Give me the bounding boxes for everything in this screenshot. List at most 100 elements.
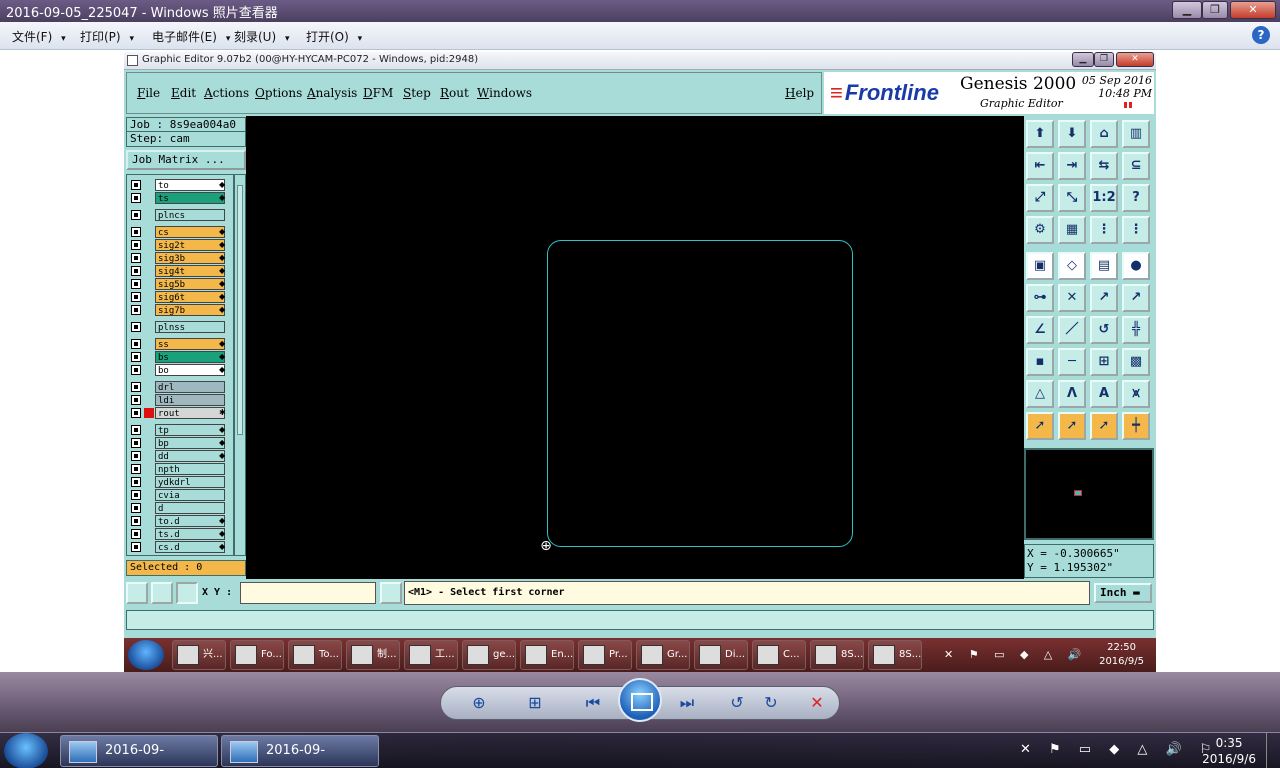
actual-size-icon[interactable]: ⊞	[522, 690, 548, 716]
layer-name[interactable]: ts.d	[155, 528, 225, 540]
layer-name[interactable]: drl	[155, 381, 225, 393]
zoom-fit-icon[interactable]: ⤢	[1026, 184, 1054, 212]
tray-icons[interactable]: ✕ ⚑ ▭ ◆ △ 🔊 ⚐	[1020, 742, 1218, 757]
menu-print[interactable]: 打印(P)	[80, 28, 134, 45]
layer-row[interactable]: npth	[127, 463, 233, 475]
layer-checkbox[interactable]	[131, 477, 141, 487]
pause-icon[interactable]	[1124, 102, 1132, 108]
arc-icon[interactable]: ↺	[1090, 316, 1118, 344]
menu-file[interactable]: File	[137, 86, 160, 100]
layer-checkbox[interactable]	[131, 240, 141, 250]
layer-row[interactable]: sig3b ◆	[127, 252, 233, 264]
layer-checkbox[interactable]	[131, 542, 141, 552]
grid-view-icon[interactable]: ▦	[1058, 216, 1086, 244]
layer-name[interactable]: npth	[155, 463, 225, 475]
layer-row[interactable]: plnss	[127, 321, 233, 333]
layer-name[interactable]: tp	[155, 424, 225, 436]
help-icon[interactable]: ?	[1252, 26, 1270, 44]
trace-icon[interactable]: ╬	[1122, 316, 1150, 344]
pointer-rotate-icon[interactable]: ➚	[1090, 412, 1118, 440]
layer-row[interactable]: drl	[127, 381, 233, 393]
previous-icon[interactable]: ⏮	[580, 690, 606, 716]
layer-row[interactable]: sig5b ◆	[127, 278, 233, 290]
overview-map[interactable]	[1024, 448, 1154, 540]
layer-row[interactable]: sig4t ◆	[127, 265, 233, 277]
menu-dfm[interactable]: DFM	[363, 86, 393, 100]
resize-line-icon[interactable]: ─	[1058, 348, 1086, 376]
maximize-button[interactable]: ❐	[1202, 1, 1228, 19]
pad-icon[interactable]: ●	[1122, 252, 1150, 280]
angle-icon[interactable]	[151, 582, 173, 604]
delete-icon[interactable]: ✕	[804, 690, 830, 716]
layer-checkbox[interactable]	[131, 279, 141, 289]
layer-name[interactable]: rout	[155, 407, 225, 419]
taskbar-item-1[interactable]: 2016-09-05_231...	[60, 735, 218, 767]
layer-row[interactable]: d	[127, 502, 233, 514]
slideshow-button[interactable]	[618, 678, 662, 722]
menu-edit[interactable]: Edit	[171, 86, 196, 100]
layer-name[interactable]: sig4t	[155, 265, 225, 277]
route-icon[interactable]: ↗	[1122, 284, 1150, 312]
layer-checkbox[interactable]	[131, 464, 141, 474]
swap-icon[interactable]: ⇆	[1090, 152, 1118, 180]
layer-name[interactable]: bs	[155, 351, 225, 363]
layer-name[interactable]: sig3b	[155, 252, 225, 264]
layer-checkbox[interactable]	[131, 529, 141, 539]
menu-step[interactable]: Step	[403, 86, 431, 100]
layer-name[interactable]: ldi	[155, 394, 225, 406]
export-icon[interactable]: ⇥	[1058, 152, 1086, 180]
layer-display2-icon[interactable]: ⋮	[1122, 216, 1150, 244]
layer-name[interactable]: d	[155, 502, 225, 514]
menu-windows[interactable]: Windows	[477, 86, 532, 100]
import-icon[interactable]: ⇤	[1026, 152, 1054, 180]
layer-name[interactable]: to	[155, 179, 225, 191]
ruler-icon[interactable]: ▤	[1090, 252, 1118, 280]
layer-checkbox[interactable]	[131, 180, 141, 190]
dispatch-icon[interactable]: ⚙	[1026, 216, 1054, 244]
layer-row[interactable]: plncs	[127, 209, 233, 221]
select-fill-icon[interactable]: ▣	[1026, 252, 1054, 280]
menu-actions[interactable]: Actions	[204, 86, 249, 100]
layer-row[interactable]: ts.d ◆	[127, 528, 233, 540]
menu-email[interactable]: 电子邮件(E)	[152, 28, 230, 45]
rotate-right-icon[interactable]: ↻	[758, 690, 784, 716]
polygon-c-icon[interactable]: ⩙	[1122, 380, 1150, 408]
home-icon[interactable]: ⌂	[1090, 120, 1118, 148]
menu-burn[interactable]: 刻录(U)	[234, 28, 290, 45]
layer-checkbox[interactable]	[131, 227, 141, 237]
menu-options[interactable]: Options	[255, 86, 302, 100]
layer-checkbox[interactable]	[131, 425, 141, 435]
layer-name[interactable]: cs.d	[155, 541, 225, 553]
job-matrix-button[interactable]: Job Matrix ...	[126, 150, 246, 170]
help-query-icon[interactable]: ?	[1122, 184, 1150, 212]
layer-checkbox[interactable]	[131, 305, 141, 315]
pause-command-icon[interactable]	[380, 582, 402, 604]
cross-icon[interactable]: ✕	[1058, 284, 1086, 312]
layer-checkbox[interactable]	[131, 266, 141, 276]
menu-analysis[interactable]: Analysis	[307, 86, 357, 100]
layer-name[interactable]: sig7b	[155, 304, 225, 316]
draw-shape-icon[interactable]: ◇	[1058, 252, 1086, 280]
layer-checkbox[interactable]	[131, 253, 141, 263]
snap-icon[interactable]: ⊆	[1122, 152, 1150, 180]
taskbar-item-2[interactable]: 2016-09-05_225...	[221, 735, 379, 767]
menu-open[interactable]: 打开(O)	[306, 28, 362, 45]
net-icon[interactable]: ⊶	[1026, 284, 1054, 312]
layer-checkbox[interactable]	[131, 292, 141, 302]
clock[interactable]: 0:35 2016/9/6	[1202, 735, 1256, 767]
open-step-icon[interactable]: ⬆	[1026, 120, 1054, 148]
layer-name[interactable]: ss	[155, 338, 225, 350]
start-button[interactable]	[4, 733, 48, 768]
layer-row[interactable]: sig2t ◆	[127, 239, 233, 251]
layer-display-icon[interactable]: ⋮	[1090, 216, 1118, 244]
layer-checkbox[interactable]	[131, 408, 141, 418]
triangle-icon[interactable]: △	[1026, 380, 1054, 408]
layer-checkbox[interactable]	[131, 210, 141, 220]
polygon-b-icon[interactable]: A	[1090, 380, 1118, 408]
layer-row[interactable]: rout ✱	[127, 407, 233, 419]
layer-row[interactable]: bs ◆	[127, 351, 233, 363]
split-view-icon[interactable]: ▥	[1122, 120, 1150, 148]
polygon-a-icon[interactable]: Λ	[1058, 380, 1086, 408]
zoom-area-icon[interactable]: ⤡	[1058, 184, 1086, 212]
layer-name[interactable]: plnss	[155, 321, 225, 333]
